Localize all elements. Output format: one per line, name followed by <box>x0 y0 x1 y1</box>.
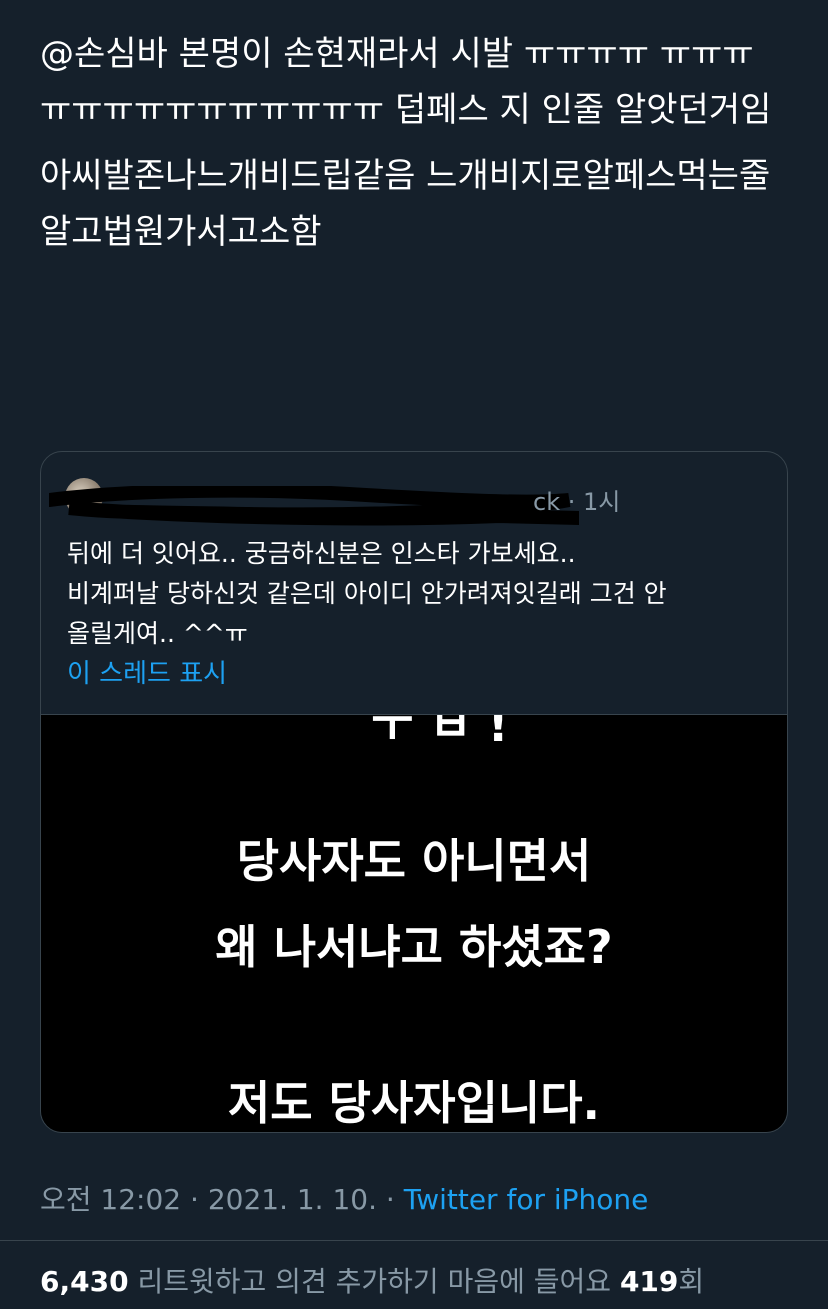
retweet-label[interactable]: 리트윗하고 의견 추가하기 <box>137 1265 438 1298</box>
quoted-tweet-line: 올릴게여.. ^^ㅠ <box>67 619 248 648</box>
quoted-tweet-media[interactable]: ㅜ ㅂ ! 당사자도 아니면서 왜 나서냐고 하셨죠? 저도 당사자입니다. <box>41 714 787 1132</box>
quoted-tweet-body: 뒤에 더 잇어요.. 궁금하신분은 인스타 가보세요.. 비계퍼날 당하신것 같… <box>67 534 767 654</box>
likes-label[interactable]: 마음에 들어요 <box>448 1265 611 1298</box>
tweet-metadata: 오전 12:02 · 2021. 1. 10. · Twitter for iP… <box>40 1180 648 1220</box>
quoted-tweet-line: 뒤에 더 잇어요.. 궁금하신분은 인스타 가보세요.. <box>67 539 576 568</box>
show-thread-link[interactable]: 이 스레드 표시 <box>67 654 227 694</box>
media-text-line-2: 왜 나서냐고 하셨죠? <box>215 920 613 974</box>
tweet-paragraph-2: 아씨발존나느개비드립같음 느개비지로알페스먹는줄알고법원가서고소함 <box>40 156 771 252</box>
retweet-count[interactable]: 6,430 <box>40 1265 129 1298</box>
media-text-fragment: ㅜ ㅂ ! <box>371 714 509 752</box>
likes-suffix: 회 <box>678 1265 705 1298</box>
tweet-source-link[interactable]: Twitter for iPhone <box>404 1183 649 1216</box>
redaction-scribble <box>49 486 579 526</box>
tweet-datetime: 오전 12:02 · 2021. 1. 10. · <box>40 1183 404 1216</box>
quoted-tweet-card[interactable]: ck · 1시 뒤에 더 잇어요.. 궁금하신분은 인스타 가보세요.. 비계퍼… <box>40 451 788 1133</box>
tweet-stats: 6,430 리트윗하고 의견 추가하기 마음에 들어요 419회 <box>40 1262 704 1302</box>
tweet-text: @손심바 본명이 손현재라서 시발 ㅠㅠㅠㅠ ㅠㅠㅠㅠㅠㅠㅠㅠㅠㅠㅠㅠㅠㅠ 덥페… <box>40 26 780 270</box>
quoted-tweet-time: ck · 1시 <box>533 488 621 516</box>
quoted-tweet-header: ck · 1시 <box>49 478 765 526</box>
quoted-tweet-line: 비계퍼날 당하신것 같은데 아이디 안가려져잇길래 그건 안 <box>67 579 667 608</box>
divider <box>0 1240 828 1241</box>
likes-count[interactable]: 419 <box>620 1265 678 1298</box>
tweet-paragraph-1: @손심바 본명이 손현재라서 시발 ㅠㅠㅠㅠ ㅠㅠㅠㅠㅠㅠㅠㅠㅠㅠㅠㅠㅠㅠ 덥페… <box>40 34 772 130</box>
media-text-line-1: 당사자도 아니면서 <box>236 834 592 888</box>
media-text-line-3: 저도 당사자입니다. <box>227 1076 601 1130</box>
